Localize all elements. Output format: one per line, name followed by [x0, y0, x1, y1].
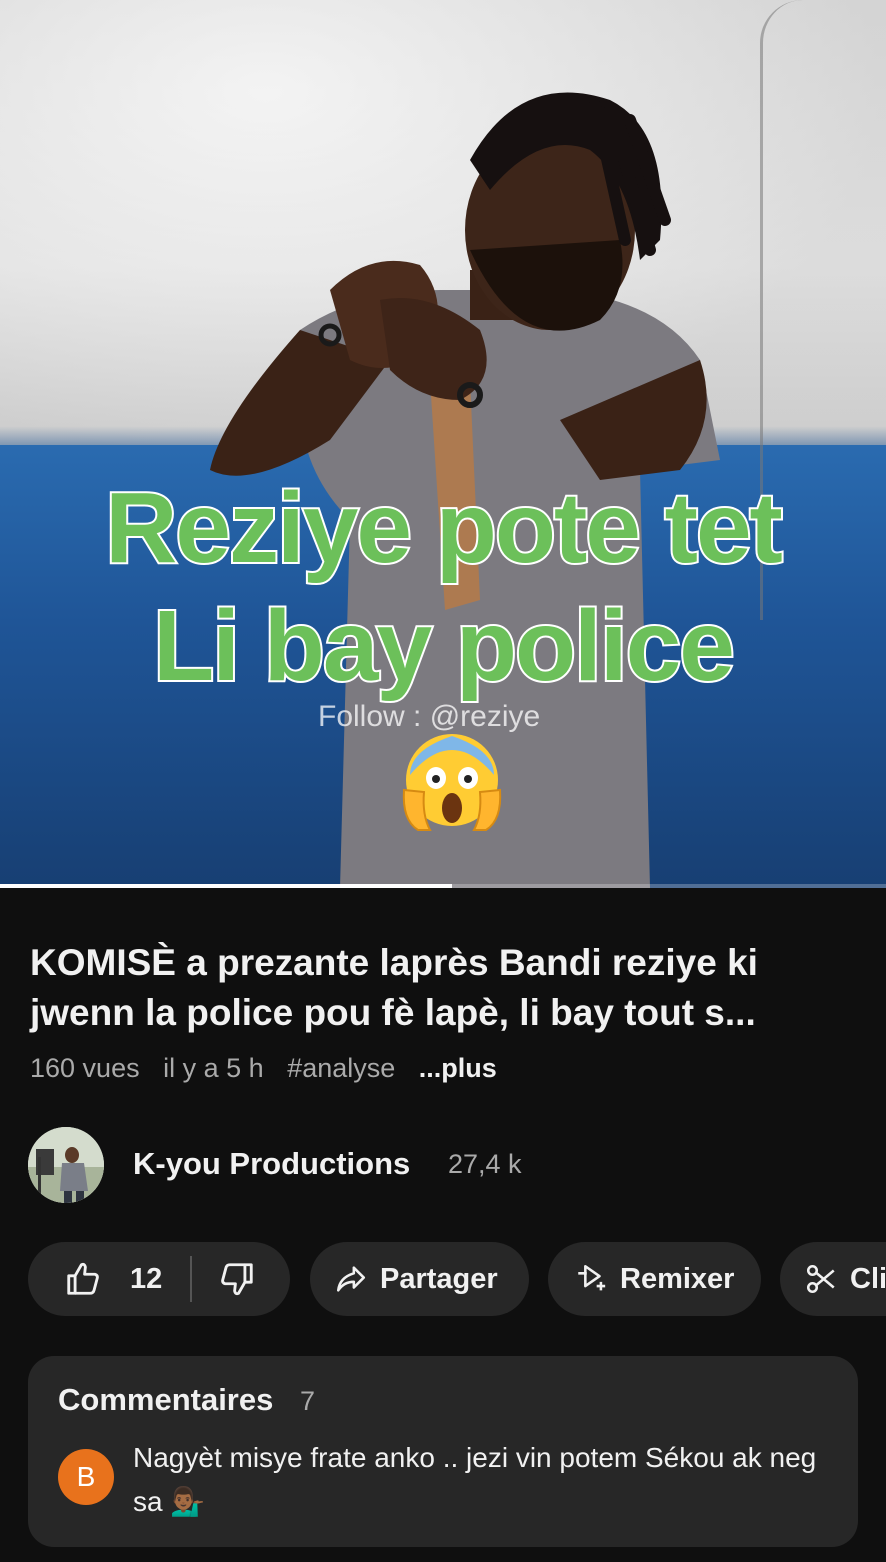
- upload-age: il y a 5 h: [163, 1053, 264, 1083]
- more-button[interactable]: ...plus: [419, 1053, 497, 1083]
- share-label: Partager: [380, 1262, 498, 1295]
- remix-button[interactable]: Remixer: [548, 1242, 761, 1316]
- comment-text: Nagyèt misye frate anko .. jezi vin pote…: [133, 1442, 817, 1517]
- video-player[interactable]: Reziye pote tet Li bay police Follow : @…: [0, 0, 886, 888]
- video-meta[interactable]: 160 vues il y a 5 h #analyse ...plus: [30, 1053, 513, 1084]
- video-watermark: Follow : @reziye: [318, 700, 541, 733]
- channel-row[interactable]: K-you Productions 27,4 k: [28, 1127, 858, 1205]
- channel-avatar-image: [28, 1127, 104, 1203]
- action-bar: 12 Partager Remixer Cli: [28, 1242, 886, 1316]
- like-count: 12: [130, 1263, 163, 1295]
- remix-icon: [578, 1264, 606, 1291]
- video-title[interactable]: KOMISÈ a prezante laprès Bandi reziye ki…: [30, 938, 866, 1038]
- share-icon: [336, 1266, 366, 1292]
- video-overlay-text-line1: Reziye pote tet: [103, 470, 785, 586]
- video-overlay-text-line2: Li bay police: [151, 588, 737, 704]
- comments-panel[interactable]: Commentaires 7 B Nagyèt misye frate anko…: [28, 1356, 858, 1547]
- video-progress-bar[interactable]: [0, 884, 886, 888]
- scissors-icon: [806, 1264, 835, 1294]
- clip-button[interactable]: Cli: [780, 1242, 886, 1316]
- like-dislike-group: 12: [28, 1242, 290, 1316]
- remix-label: Remixer: [620, 1262, 735, 1295]
- comments-heading: Commentaires: [58, 1382, 274, 1417]
- hashtag-link[interactable]: #analyse: [287, 1053, 395, 1083]
- subscriber-count: 27,4 k: [448, 1149, 522, 1179]
- commenter-avatar[interactable]: B: [58, 1449, 114, 1505]
- like-divider: [190, 1256, 192, 1302]
- video-progress-fill: [0, 884, 452, 888]
- thumbs-down-icon[interactable]: [218, 1260, 256, 1298]
- comments-count: 7: [300, 1386, 316, 1416]
- face-screaming-in-fear-icon: [402, 734, 502, 831]
- view-count: 160 vues: [30, 1053, 140, 1083]
- clip-label: Cli: [850, 1262, 886, 1295]
- channel-avatar[interactable]: [28, 1127, 104, 1203]
- channel-name[interactable]: K-you Productions: [133, 1146, 410, 1182]
- share-button[interactable]: Partager: [310, 1242, 529, 1316]
- thumbs-up-icon[interactable]: [64, 1260, 102, 1298]
